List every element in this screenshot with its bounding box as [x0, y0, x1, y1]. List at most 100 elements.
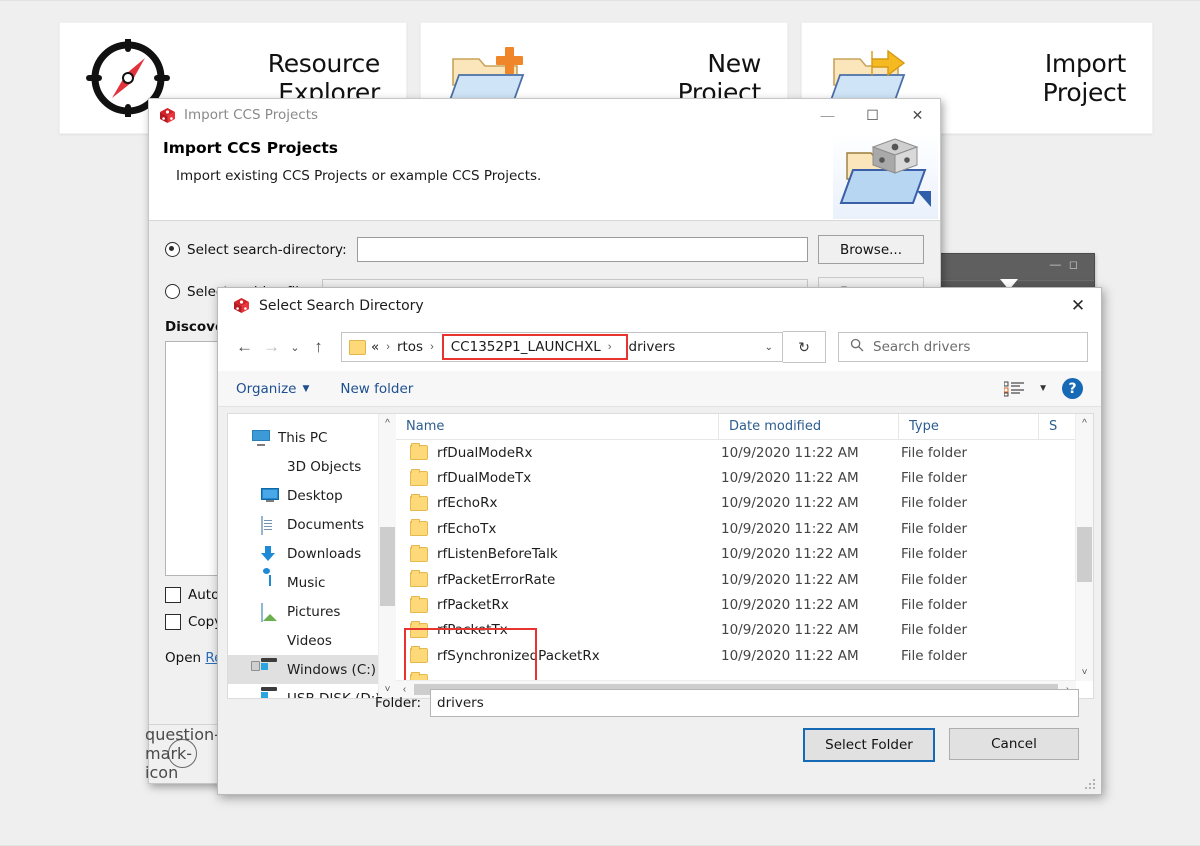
select-folder-button[interactable]: Select Folder [803, 728, 935, 762]
view-options-icon[interactable] [1003, 381, 1025, 397]
file-date: 10/9/2020 11:22 AM [721, 597, 859, 614]
resize-grip-icon[interactable] [1085, 779, 1097, 791]
scrollbar-thumb[interactable] [1077, 527, 1092, 582]
column-header-date[interactable]: Date modified [719, 414, 899, 439]
folder-field-row: Folder: drivers [218, 686, 1101, 720]
file-name: rfDualModeRx [437, 444, 533, 461]
up-icon[interactable]: ↑ [305, 334, 332, 361]
breadcrumb-item-highlighted[interactable]: CC1352P1_LAUNCHXL › [441, 334, 628, 360]
nav-item-windows-c[interactable]: Windows (C:) [228, 655, 396, 684]
file-type: File folder [901, 546, 968, 563]
sort-ascending-icon: ˄ [553, 414, 558, 421]
nav-item-documents[interactable]: Documents [228, 510, 396, 539]
auto-import-checkbox[interactable] [165, 587, 181, 603]
nav-item-label: This PC [278, 429, 328, 446]
browse-search-directory-button[interactable]: Browse... [818, 235, 924, 264]
question-mark-icon[interactable]: question-mark-icon [145, 725, 220, 782]
radio-search-directory[interactable] [165, 242, 180, 257]
dialog-subheading: Import existing CCS Projects or example … [176, 168, 542, 184]
table-row[interactable]: rfPacketRx 10/9/2020 11:22 AM File folde… [396, 592, 1093, 617]
nav-item-videos[interactable]: Videos [228, 626, 396, 655]
file-date: 10/9/2020 11:22 AM [721, 495, 859, 512]
nav-item-this-pc[interactable]: This PC [228, 423, 396, 452]
navigation-pane-scrollbar[interactable]: ^ ˅ [378, 414, 396, 698]
table-row[interactable]: rfSynchronizedPacketRx 10/9/2020 11:22 A… [396, 643, 1093, 668]
file-list-vertical-scrollbar[interactable]: ^ ˅ [1075, 414, 1093, 681]
nav-item-label: Videos [287, 632, 332, 649]
chevron-down-icon[interactable]: ▼ [1038, 383, 1048, 394]
forward-icon[interactable]: → [258, 334, 285, 361]
recent-locations-icon[interactable]: ⌄ [285, 334, 305, 361]
file-date: 10/9/2020 11:22 AM [721, 520, 859, 537]
column-label: Date modified [729, 419, 822, 434]
breadcrumb-item-launchxl[interactable]: CC1352P1_LAUNCHXL [451, 339, 601, 355]
close-icon[interactable]: ✕ [1055, 288, 1101, 323]
chevron-down-icon[interactable]: ⌄ [765, 342, 773, 353]
search-input[interactable]: Search drivers [838, 332, 1088, 362]
search-icon [850, 338, 864, 357]
back-icon[interactable]: ← [231, 334, 258, 361]
help-icon[interactable]: ? [1062, 378, 1083, 399]
new-folder-button[interactable]: New folder [340, 381, 413, 397]
file-name: rfPacketTx [437, 622, 508, 639]
table-row[interactable]: rfPacketErrorRate 10/9/2020 11:22 AM Fil… [396, 567, 1093, 592]
breadcrumb-item-rtos[interactable]: rtos [397, 339, 423, 355]
column-headers: Name ˄ Date modified Type S [396, 414, 1093, 440]
file-rows: rfDualModeRx 10/9/2020 11:22 AM File fol… [396, 440, 1093, 694]
table-row[interactable]: rfEchoTx 10/9/2020 11:22 AM File folder [396, 516, 1093, 541]
column-label: Type [909, 419, 939, 434]
scroll-up-icon[interactable]: ^ [379, 414, 396, 432]
maximize-icon[interactable]: ☐ [850, 99, 895, 131]
column-label: S [1049, 419, 1058, 434]
nav-item-music[interactable]: Music [228, 568, 396, 597]
nav-item-desktop[interactable]: Desktop [228, 481, 396, 510]
table-row[interactable]: rfEchoRx 10/9/2020 11:22 AM File folder [396, 491, 1093, 516]
table-row[interactable]: rfDualModeTx 10/9/2020 11:22 AM File fol… [396, 465, 1093, 490]
table-row[interactable]: rfPacketTx 10/9/2020 11:22 AM File folde… [396, 618, 1093, 643]
refresh-icon[interactable]: ↻ [783, 331, 826, 363]
copy-projects-checkbox[interactable] [165, 614, 181, 630]
column-header-name[interactable]: Name ˄ [396, 414, 719, 439]
minimize-icon[interactable]: — [805, 99, 850, 131]
music-icon [261, 575, 279, 591]
ssd-toolbar: Organize ▼ New folder ▼ ? [218, 371, 1101, 407]
pictures-icon [261, 602, 279, 622]
cancel-button[interactable]: Cancel [949, 728, 1079, 760]
scrollbar-thumb[interactable] [380, 527, 395, 606]
folder-input[interactable]: drivers [430, 689, 1079, 717]
folder-icon [410, 493, 428, 511]
ccs-cube-icon [233, 297, 250, 314]
scroll-down-icon[interactable]: ˅ [1076, 663, 1093, 681]
organize-button[interactable]: Organize ▼ [236, 381, 309, 397]
nav-item-label: Desktop [287, 487, 343, 504]
file-date: 10/9/2020 11:22 AM [721, 444, 859, 461]
column-header-size[interactable]: S [1039, 414, 1069, 439]
import-projects-banner-icon [833, 133, 938, 219]
breadcrumb[interactable]: « › rtos › CC1352P1_LAUNCHXL › drivers ⌄ [341, 332, 783, 362]
nav-item-pictures[interactable]: Pictures [228, 597, 396, 626]
folder-label: Folder: [374, 695, 421, 711]
search-directory-input[interactable] [356, 237, 808, 262]
file-name: rfEchoRx [437, 495, 498, 512]
dialog-title-text: Import CCS Projects [184, 107, 319, 123]
file-date: 10/9/2020 11:22 AM [721, 571, 859, 588]
card-title: Import Project [1042, 49, 1127, 107]
chevron-right-icon: › [430, 341, 434, 353]
breadcrumb-item-drivers[interactable]: drivers [629, 339, 676, 355]
close-icon[interactable]: ✕ [895, 99, 940, 131]
table-row[interactable]: rfListenBeforeTalk 10/9/2020 11:22 AM Fi… [396, 542, 1093, 567]
file-type: File folder [901, 571, 968, 588]
folder-icon [410, 620, 428, 638]
file-name: rfEchoTx [437, 520, 497, 537]
scroll-up-icon[interactable]: ^ [1076, 414, 1093, 432]
table-row[interactable]: rfDualModeRx 10/9/2020 11:22 AM File fol… [396, 440, 1093, 465]
folder-icon [410, 544, 428, 562]
column-header-type[interactable]: Type [899, 414, 1039, 439]
radio-archive-file[interactable] [165, 284, 180, 299]
nav-item-downloads[interactable]: Downloads [228, 539, 396, 568]
file-type: File folder [901, 444, 968, 461]
search-placeholder: Search drivers [873, 339, 971, 355]
nav-item-3d-objects[interactable]: 3D Objects [228, 452, 396, 481]
file-name: rfDualModeTx [437, 470, 532, 487]
breadcrumb-overflow[interactable]: « [371, 339, 379, 355]
